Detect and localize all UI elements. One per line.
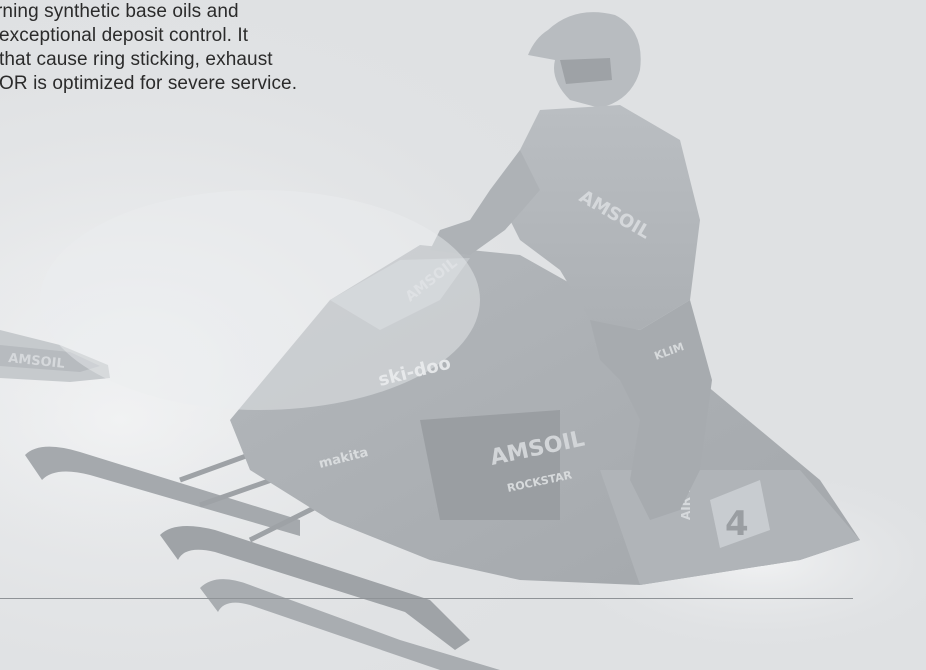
body-paragraph: rning synthetic base oils and exceptiona… <box>0 0 380 96</box>
paragraph-line: rning synthetic base oils and <box>0 1 239 22</box>
paragraph-line: OR is optimized for severe service. <box>0 73 298 94</box>
snow-mist <box>40 190 480 410</box>
horizontal-divider <box>0 598 853 599</box>
paragraph-line: that cause ring sticking, exhaust <box>0 49 273 70</box>
race-number: 4 <box>725 504 749 544</box>
snowmobile-photo: AMSOIL ski-doo AMSOIL ROCKSTAR makita AM… <box>0 0 926 670</box>
paragraph-line: exceptional deposit control. It <box>0 25 249 46</box>
